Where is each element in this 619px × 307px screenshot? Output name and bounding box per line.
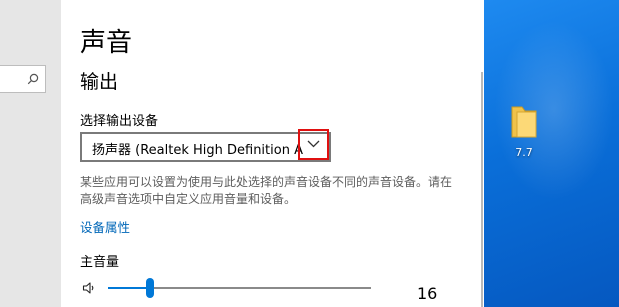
output-device-description: 某些应用可以设置为使用与此处选择的声音设备不同的声音设备。请在高级声音选项中自定…: [80, 175, 453, 206]
screen: 声音 输出 选择输出设备 扬声器 (Realtek High Definitio…: [0, 0, 619, 307]
chevron-down-icon: [307, 140, 320, 148]
output-device-selected-value: 扬声器 (Realtek High Definition Audi...: [92, 143, 304, 158]
master-volume-value: 16: [417, 284, 438, 303]
master-volume-label: 主音量: [80, 255, 120, 270]
folder-icon: [511, 106, 537, 138]
page-title: 声音: [80, 28, 133, 58]
sound-settings-panel: 声音 输出 选择输出设备 扬声器 (Realtek High Definitio…: [61, 0, 484, 307]
desktop-folder-shortcut[interactable]: 7.7: [504, 104, 544, 159]
search-input[interactable]: [0, 65, 46, 93]
desktop-folder-label: 7.7: [515, 146, 533, 159]
dropdown-arrow-button[interactable]: [298, 129, 329, 160]
master-volume-slider[interactable]: [108, 278, 371, 298]
desktop-background: 7.7: [484, 0, 619, 307]
device-properties-link[interactable]: 设备属性: [80, 217, 130, 236]
speaker-icon[interactable]: [82, 281, 96, 295]
scrollbar[interactable]: [481, 72, 483, 307]
section-title-output: 输出: [80, 71, 119, 93]
settings-sidebar: [0, 0, 61, 307]
search-icon: [27, 73, 39, 85]
master-volume-slider-thumb[interactable]: [146, 278, 155, 298]
output-device-dropdown[interactable]: 扬声器 (Realtek High Definition Audi...: [80, 132, 331, 162]
master-volume-slider-fill: [108, 287, 151, 289]
output-device-label: 选择输出设备: [80, 114, 159, 129]
